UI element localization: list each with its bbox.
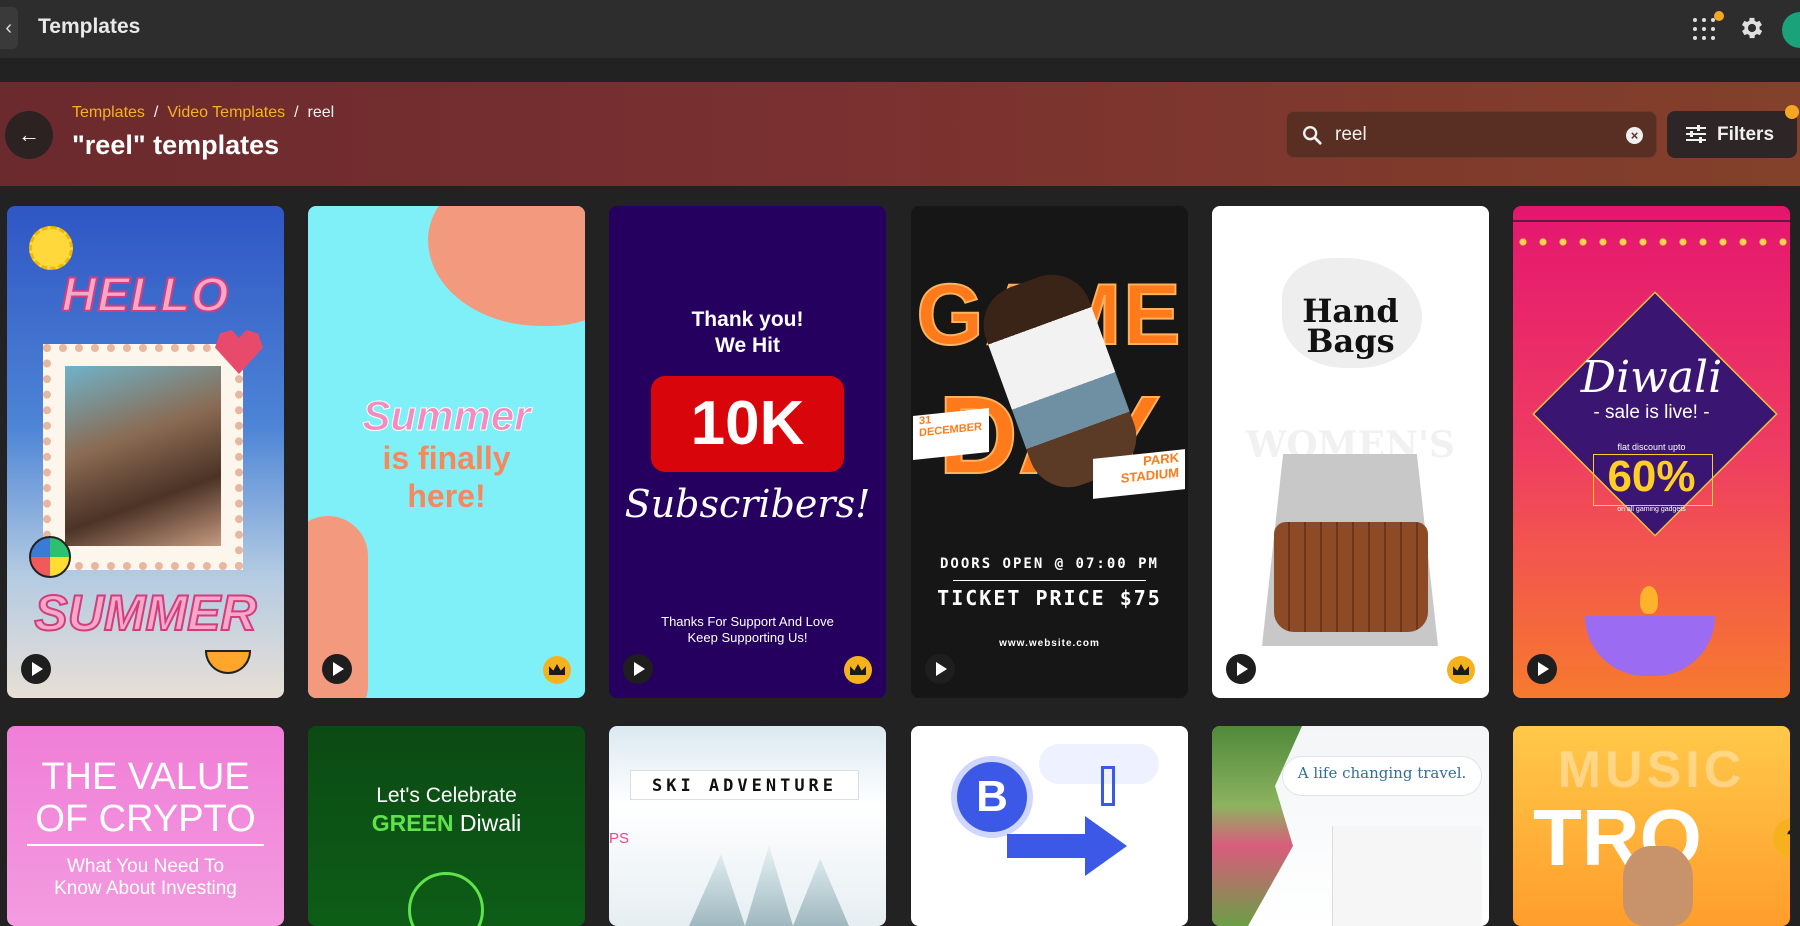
- chevron-left-icon[interactable]: ‹: [0, 7, 18, 49]
- card-text: - sale is live! -: [1513, 402, 1790, 424]
- template-card-music-trio[interactable]: MUSIC TRO ?: [1513, 726, 1790, 926]
- top-bar: ‹ Templates: [0, 0, 1800, 58]
- divider: [27, 844, 264, 846]
- card-text: Keep Supporting Us!: [609, 630, 886, 645]
- orange-slice-icon: [205, 650, 251, 674]
- card-text: OF CRYPTO: [7, 798, 284, 841]
- handbag-image: [1274, 522, 1428, 632]
- template-card-life-changing-travel[interactable]: A life changing travel.: [1212, 726, 1489, 926]
- sun-sticker-icon: [29, 226, 73, 270]
- filters-button[interactable]: Filters: [1667, 111, 1797, 158]
- date-tag: 31 DECEMBER: [913, 408, 989, 460]
- card-text: Diwali: [1513, 352, 1790, 403]
- card-text: www.website.com: [911, 638, 1188, 649]
- search-header-banner: ← Templates/Video Templates/reel "reel" …: [0, 82, 1800, 186]
- search-box: ×: [1286, 111, 1657, 158]
- filters-active-dot: [1785, 105, 1799, 119]
- notification-dot: [1714, 11, 1724, 21]
- search-icon: [1301, 124, 1323, 146]
- clear-search-icon[interactable]: ×: [1626, 127, 1643, 144]
- search-input[interactable]: [1335, 112, 1605, 157]
- decorative-blob: [428, 206, 585, 326]
- gear-icon[interactable]: [1738, 14, 1766, 42]
- photo-stamp: [43, 344, 243, 570]
- breadcrumb-templates[interactable]: Templates: [72, 104, 145, 121]
- card-text: 60%: [1513, 452, 1790, 502]
- play-icon[interactable]: [21, 654, 51, 684]
- card-text: is finally: [308, 440, 585, 477]
- card-text: A life changing travel.: [1282, 764, 1482, 782]
- card-text: We Hit: [609, 334, 886, 358]
- bitcoin-icon: B: [951, 756, 1033, 838]
- candlestick-icon: [1101, 766, 1115, 806]
- card-text: TICKET PRICE $75: [911, 586, 1188, 610]
- card-text: GREEN Diwali: [308, 810, 585, 837]
- template-card-bitcoin-exchange[interactable]: B: [911, 726, 1188, 926]
- card-text: Summer: [308, 392, 585, 440]
- string-lights: [1513, 220, 1790, 248]
- app-title: Templates: [38, 15, 140, 39]
- card-text: Thanks For Support And Love: [609, 614, 886, 629]
- card-text: MUSIC: [1513, 740, 1790, 800]
- decorative-circle: [408, 872, 484, 926]
- breadcrumb-current: reel: [308, 104, 335, 121]
- diya-lamp-icon: [1585, 616, 1715, 676]
- breadcrumb: Templates/Video Templates/reel: [72, 104, 334, 122]
- cloud-shape: [1039, 744, 1159, 784]
- card-text: HELLO: [7, 268, 284, 323]
- crown-premium-icon: [844, 656, 872, 684]
- card-text: DOORS OPEN @ 07:00 PM: [911, 556, 1188, 572]
- card-text: Know About Investing: [7, 878, 284, 900]
- template-card-value-of-crypto[interactable]: THE VALUE OF CRYPTO What You Need To Kno…: [7, 726, 284, 926]
- title-tag: SKI ADVENTURE: [630, 770, 859, 800]
- card-text: Bags: [1212, 322, 1489, 360]
- play-icon[interactable]: [1527, 654, 1557, 684]
- card-text: THE VALUE: [7, 756, 284, 799]
- crown-premium-icon: [543, 656, 571, 684]
- diya-flame-icon: [1640, 586, 1658, 614]
- avatar[interactable]: [1782, 12, 1800, 48]
- sliders-icon: [1685, 124, 1707, 144]
- template-card-ski-adventure[interactable]: SKI ADVENTURE PS: [609, 726, 886, 926]
- template-card-diwali-sale[interactable]: Diwali - sale is live! - flat discount u…: [1513, 206, 1790, 698]
- musician-image: [1623, 846, 1693, 926]
- card-text: Let's Celebrate: [308, 784, 585, 808]
- template-card-game-day[interactable]: GAME DAY 31 DECEMBER PARK STADIUM DOORS …: [911, 206, 1188, 698]
- card-text: here!: [308, 478, 585, 515]
- filters-label: Filters: [1717, 124, 1774, 146]
- template-card-hello-summer[interactable]: HELLO SUMMER: [7, 206, 284, 698]
- breadcrumb-video-templates[interactable]: Video Templates: [167, 104, 285, 121]
- apps-grid-icon[interactable]: [1692, 17, 1716, 41]
- template-card-10k-subscribers[interactable]: Thank you! We Hit 10K Subscribers! Thank…: [609, 206, 886, 698]
- help-button[interactable]: ?: [1773, 818, 1790, 858]
- card-text: PS: [609, 830, 629, 847]
- card-text: Subscribers!: [609, 482, 886, 526]
- arrow-left-icon[interactable]: ←: [5, 111, 53, 159]
- building-image: [1332, 826, 1482, 926]
- snowy-trees-image: [689, 836, 849, 926]
- page-title: "reel" templates: [72, 130, 279, 161]
- beach-ball-icon: [29, 536, 71, 578]
- crown-premium-icon: [1447, 656, 1475, 684]
- template-card-green-diwali[interactable]: Let's Celebrate GREEN Diwali: [308, 726, 585, 926]
- card-text: Thank you!: [609, 308, 886, 332]
- photo: [65, 366, 221, 546]
- divider: [953, 580, 1146, 581]
- play-icon[interactable]: [623, 654, 653, 684]
- play-icon[interactable]: [322, 654, 352, 684]
- template-card-summer-finally-here[interactable]: Summer is finally here!: [308, 206, 585, 698]
- card-text: What You Need To: [7, 856, 284, 878]
- play-icon[interactable]: [925, 654, 955, 684]
- flowers-image: [1212, 726, 1302, 926]
- card-text: flat discount upto: [1513, 442, 1790, 452]
- exchange-arrow-icon: [1007, 816, 1127, 876]
- card-text: 10K: [651, 376, 844, 472]
- play-icon[interactable]: [1226, 654, 1256, 684]
- template-card-hand-bags[interactable]: Hand Bags WOMEN'S: [1212, 206, 1489, 698]
- card-text: on all gaming gadgets: [1513, 506, 1790, 513]
- card-text: SUMMER: [7, 584, 284, 642]
